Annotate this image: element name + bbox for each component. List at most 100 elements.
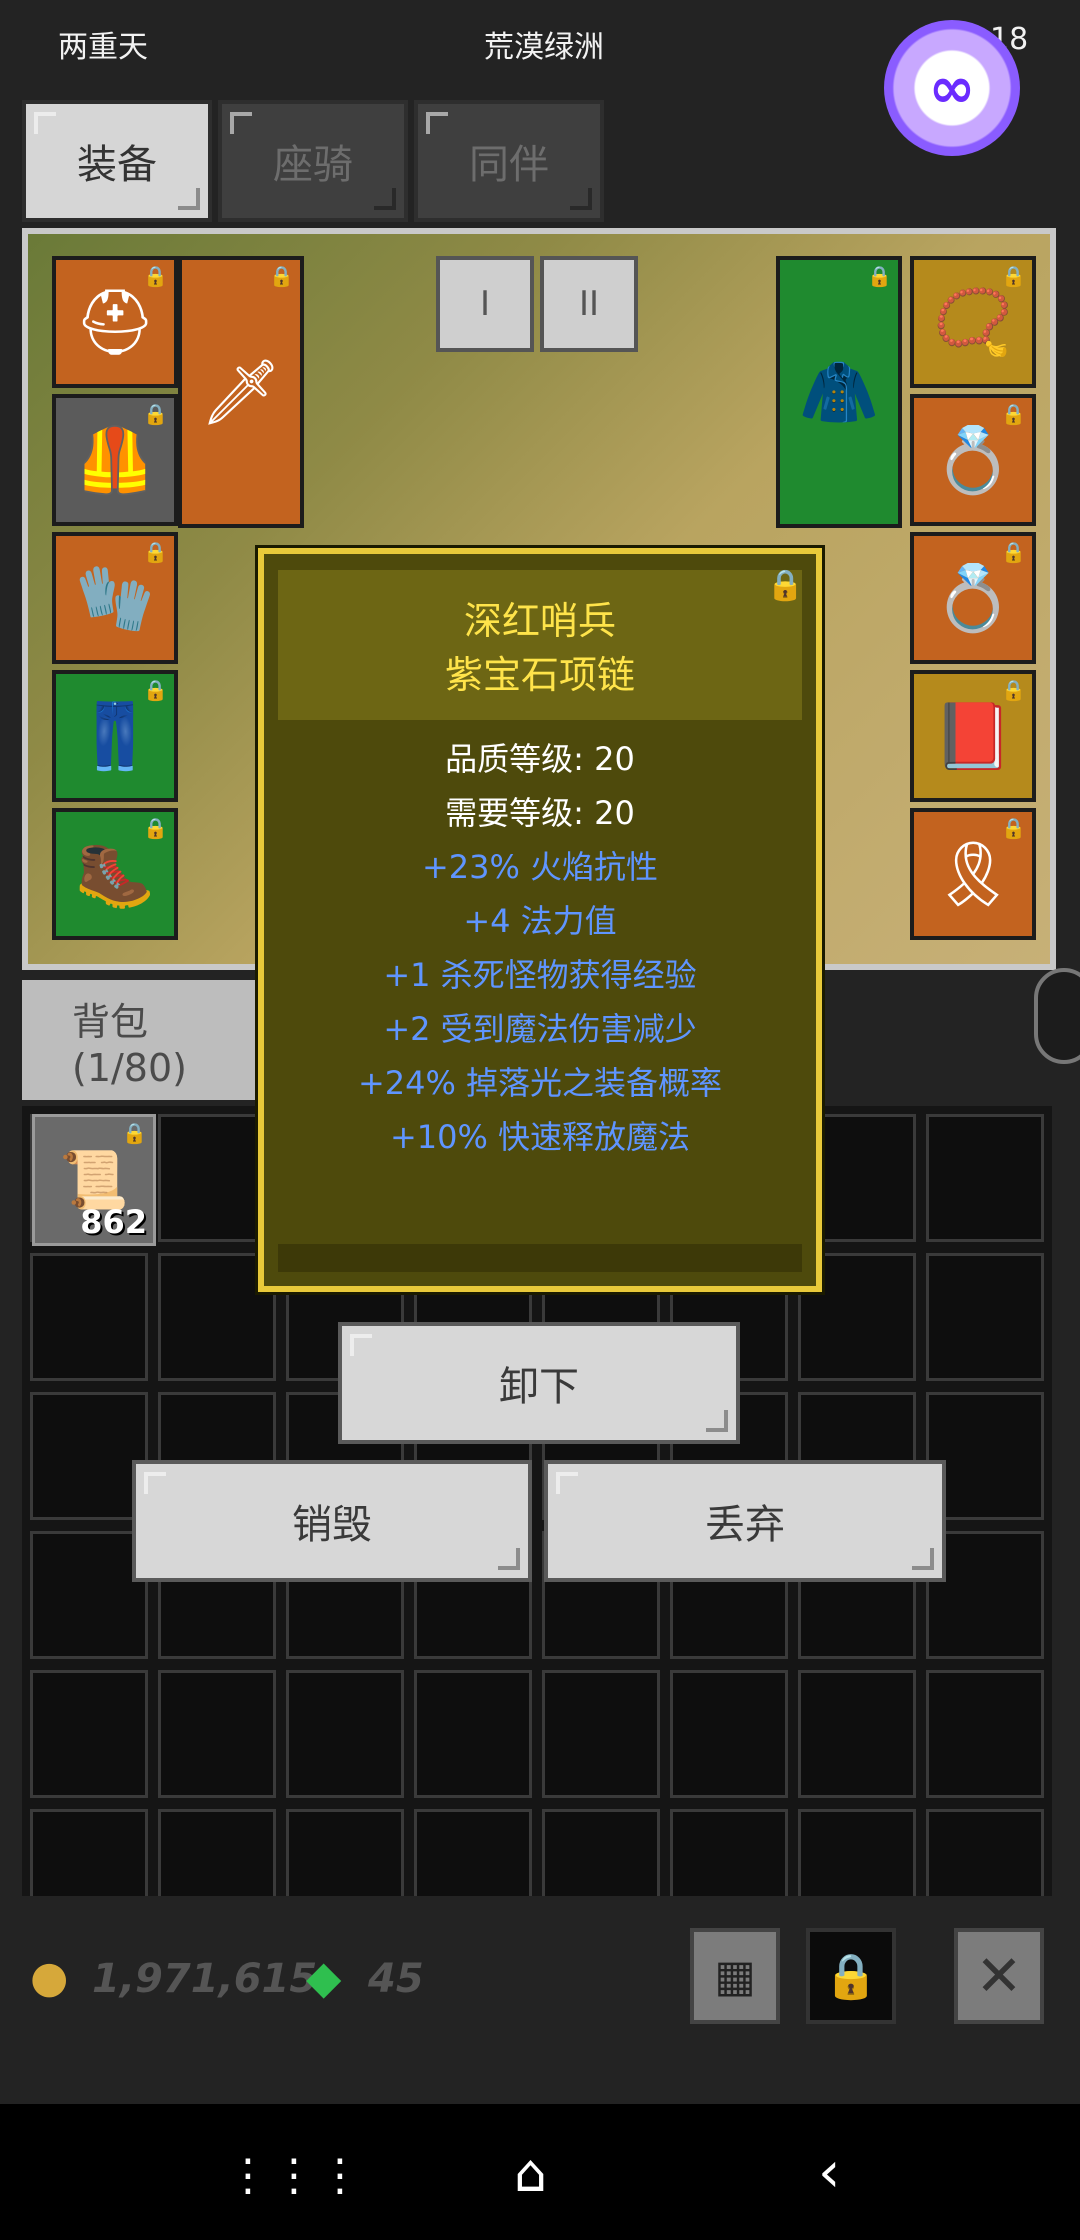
inventory-slot[interactable] xyxy=(798,1670,916,1798)
tab-equipment[interactable]: 装备 xyxy=(22,100,212,222)
status-left: 两重天 xyxy=(58,30,148,65)
inventory-slot[interactable] xyxy=(30,1809,148,1896)
unequip-button[interactable]: 卸下 xyxy=(338,1322,740,1444)
inventory-slot[interactable] xyxy=(158,1809,276,1896)
floating-assistant-icon[interactable]: ∞ xyxy=(884,20,1020,156)
boots-slot[interactable]: 🥾 🔒 xyxy=(52,808,178,940)
grid-icon: ▦ xyxy=(714,1950,756,2002)
lock-icon: 🔒 xyxy=(1001,540,1026,564)
bag-item-scroll[interactable]: 📜 🔒 862 xyxy=(32,1114,156,1246)
inventory-slot[interactable] xyxy=(30,1531,148,1659)
inventory-slot[interactable] xyxy=(670,1809,788,1896)
armor-slot[interactable]: 🦺 🔒 xyxy=(52,394,178,526)
inventory-slot[interactable] xyxy=(30,1253,148,1381)
bag-label: 背包 (1/80) xyxy=(72,999,187,1090)
gold-icon: ● xyxy=(30,1952,69,2003)
cape-slot[interactable]: 🧥 🔒 xyxy=(776,256,902,528)
back-icon[interactable]: ‹ xyxy=(818,2140,840,2205)
ring-slot-1[interactable]: 💍 🔒 xyxy=(910,394,1036,526)
gloves-icon: 🧤 xyxy=(75,561,155,636)
inventory-slot[interactable] xyxy=(926,1253,1044,1381)
lock-icon: 🔒 xyxy=(143,678,168,702)
system-nav-bar: ⋮⋮⋮ ⌂ ‹ xyxy=(0,2104,1080,2240)
item-attribute: +24% 掉落光之装备概率 xyxy=(357,1064,723,1102)
lock-icon: 🔒 xyxy=(143,540,168,564)
preset-button-2[interactable]: II xyxy=(540,256,638,352)
item-count: 862 xyxy=(80,1203,147,1241)
tab-mount-label: 座骑 xyxy=(273,142,353,188)
lock-icon: 🔒 xyxy=(1001,402,1026,426)
tooltip-footer xyxy=(278,1244,802,1272)
item-name: 紫宝石项链 xyxy=(444,653,635,697)
inventory-slot[interactable] xyxy=(30,1670,148,1798)
boots-icon: 🥾 xyxy=(75,837,155,912)
sword-icon: 🗡 xyxy=(200,355,282,430)
tab-mount[interactable]: 座骑 xyxy=(218,100,408,222)
item-attribute: +23% 火焰抗性 xyxy=(421,848,659,886)
lock-icon: 🔒 xyxy=(867,264,892,288)
lock-icon: 🔒 xyxy=(143,264,168,288)
weapon-slot[interactable]: 🗡 🔒 xyxy=(178,256,304,528)
inventory-slot[interactable] xyxy=(926,1670,1044,1798)
drop-button[interactable]: 丢弃 xyxy=(544,1460,946,1582)
destroy-button[interactable]: 销毁 xyxy=(132,1460,532,1582)
close-icon: ✕ xyxy=(975,1943,1023,2009)
gloves-slot[interactable]: 🧤 🔒 xyxy=(52,532,178,664)
preset-1-label: I xyxy=(479,284,491,324)
lock-icon: 🔒 xyxy=(122,1121,147,1145)
belt-slot[interactable]: 🎗 🔒 xyxy=(910,808,1036,940)
pants-slot[interactable]: 👖 🔒 xyxy=(52,670,178,802)
destroy-label: 销毁 xyxy=(292,1502,372,1548)
helmet-slot[interactable]: ⛑ 🔒 xyxy=(52,256,178,388)
sort-button[interactable]: ▦ xyxy=(690,1928,780,2024)
inventory-slot[interactable] xyxy=(670,1670,788,1798)
lock-icon: 🔒 xyxy=(269,264,294,288)
side-chat-bubble[interactable] xyxy=(1034,968,1080,1064)
item-attribute: +10% 快速释放魔法 xyxy=(389,1118,691,1156)
necklace-slot[interactable]: 📿 🔒 xyxy=(910,256,1036,388)
helmet-icon: ⛑ xyxy=(74,285,156,360)
inventory-slot[interactable] xyxy=(542,1809,660,1896)
gem-amount: 45 xyxy=(368,1956,424,2002)
ring-slot-2[interactable]: 💍 🔒 xyxy=(910,532,1036,664)
unequip-label: 卸下 xyxy=(499,1364,579,1410)
inventory-slot[interactable] xyxy=(30,1392,148,1520)
lock-icon: 🔒 xyxy=(143,402,168,426)
item-attribute: +1 杀死怪物获得经验 xyxy=(383,956,697,994)
necklace-icon: 📿 xyxy=(933,285,1013,360)
tab-companion-label: 同伴 xyxy=(469,142,549,188)
item-required-level: 需要等级: 20 xyxy=(445,794,635,832)
preset-button-1[interactable]: I xyxy=(436,256,534,352)
item-quality: 品质等级: 20 xyxy=(445,740,635,778)
close-button[interactable]: ✕ xyxy=(954,1928,1044,2024)
inventory-slot[interactable] xyxy=(414,1670,532,1798)
home-icon[interactable]: ⌂ xyxy=(514,2144,547,2204)
cape-icon: 🧥 xyxy=(799,355,879,430)
item-set-name: 深红哨兵 xyxy=(463,599,616,643)
inventory-slot[interactable] xyxy=(158,1670,276,1798)
tab-equipment-label: 装备 xyxy=(77,142,157,188)
lock-icon: 🔒 xyxy=(823,1951,879,2002)
inventory-slot[interactable] xyxy=(286,1809,404,1896)
inventory-slot[interactable] xyxy=(798,1809,916,1896)
preset-2-label: II xyxy=(578,284,600,324)
armor-icon: 🦺 xyxy=(75,423,155,498)
inventory-slot[interactable] xyxy=(926,1114,1044,1242)
item-tooltip: 🔒 深红哨兵 紫宝石项链 品质等级: 20 需要等级: 20 +23% 火焰抗性… xyxy=(258,548,822,1292)
book-slot[interactable]: 📕 🔒 xyxy=(910,670,1036,802)
inventory-slot[interactable] xyxy=(542,1670,660,1798)
lock-icon: 🔒 xyxy=(1001,678,1026,702)
tab-companion[interactable]: 同伴 xyxy=(414,100,604,222)
menu-icon[interactable]: ⋮⋮⋮ xyxy=(226,2150,364,2201)
inventory-slot[interactable] xyxy=(286,1670,404,1798)
pants-icon: 👖 xyxy=(75,699,155,774)
item-attribute: +4 法力值 xyxy=(463,902,617,940)
gem-icon: ◆ xyxy=(306,1950,342,2004)
tab-bag[interactable]: 背包 (1/80) xyxy=(22,980,262,1100)
inventory-slot[interactable] xyxy=(926,1809,1044,1896)
ring-icon: 💍 xyxy=(933,423,1013,498)
lock-button[interactable]: 🔒 xyxy=(806,1928,896,2024)
gold-amount: 1,971,615 xyxy=(92,1956,318,2002)
inventory-slot[interactable] xyxy=(414,1809,532,1896)
drop-label: 丢弃 xyxy=(705,1502,785,1548)
